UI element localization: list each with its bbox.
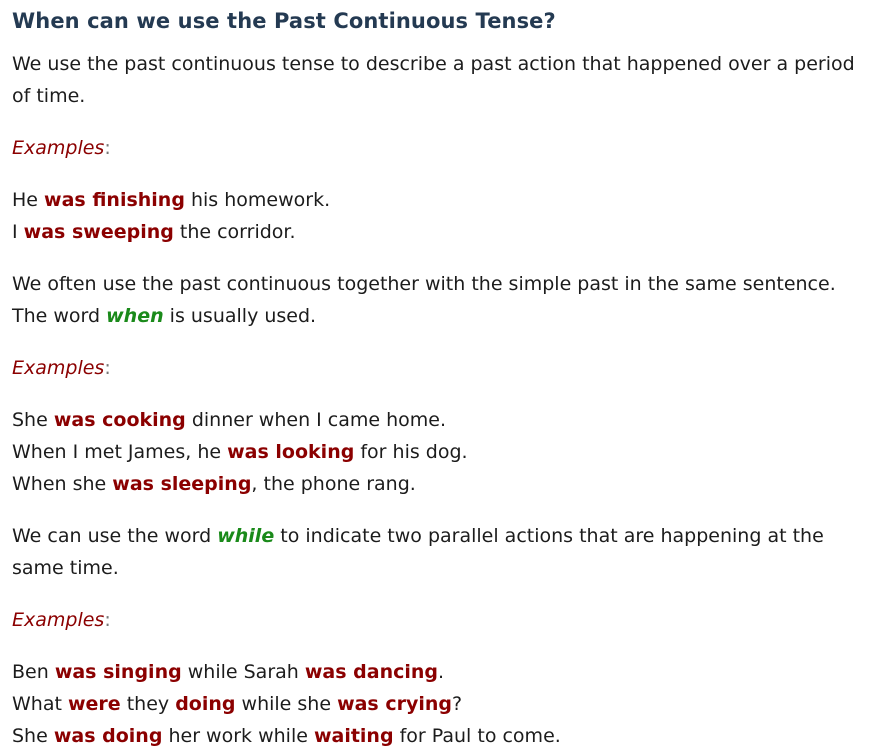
verb-highlight: was singing (54, 661, 182, 683)
article: When can we use the Past Continuous Tens… (0, 6, 871, 752)
examples-heading-1: Examples: (12, 137, 111, 159)
verb-highlight: was dancing (304, 661, 439, 683)
verb-highlight: was looking (227, 441, 355, 463)
section1-intro: We use the past continuous tense to desc… (12, 53, 855, 107)
example-sentence: When I met James, he was looking for his… (12, 441, 468, 463)
verb-highlight: was doing (53, 725, 163, 747)
verb-highlight: was finishing (44, 189, 185, 211)
page-title: When can we use the Past Continuous Tens… (12, 9, 556, 33)
example-sentence: She was cooking dinner when I came home. (12, 409, 447, 431)
example-sentence: She was doing her work while waiting for… (12, 725, 561, 747)
keyword-while: while (217, 525, 275, 547)
keyword-when: when (106, 305, 164, 327)
verb-highlight: were (67, 693, 121, 715)
examples-heading-2: Examples: (12, 357, 111, 379)
examples-label: Examples (12, 137, 105, 159)
example-sentence: What were they doing while she was cryin… (12, 693, 463, 715)
examples-label: Examples (12, 609, 105, 631)
verb-highlight: was crying (337, 693, 453, 715)
section3-intro: We can use the word while to indicate tw… (12, 525, 824, 579)
verb-highlight: was sweeping (23, 221, 174, 243)
verb-highlight: was sleeping (112, 473, 252, 495)
example-sentence: When she was sleeping, the phone rang. (12, 473, 416, 495)
section2-intro: We often use the past continuous togethe… (12, 273, 836, 327)
verb-highlight: doing (175, 693, 236, 715)
example-sentence: I was sweeping the corridor. (12, 221, 296, 243)
verb-highlight: waiting (313, 725, 394, 747)
verb-highlight: was cooking (53, 409, 186, 431)
example-sentence: He was finishing his homework. (12, 189, 331, 211)
example-sentence: Ben was singing while Sarah was dancing. (12, 661, 445, 683)
examples-heading-3: Examples: (12, 609, 111, 631)
examples-label: Examples (12, 357, 105, 379)
